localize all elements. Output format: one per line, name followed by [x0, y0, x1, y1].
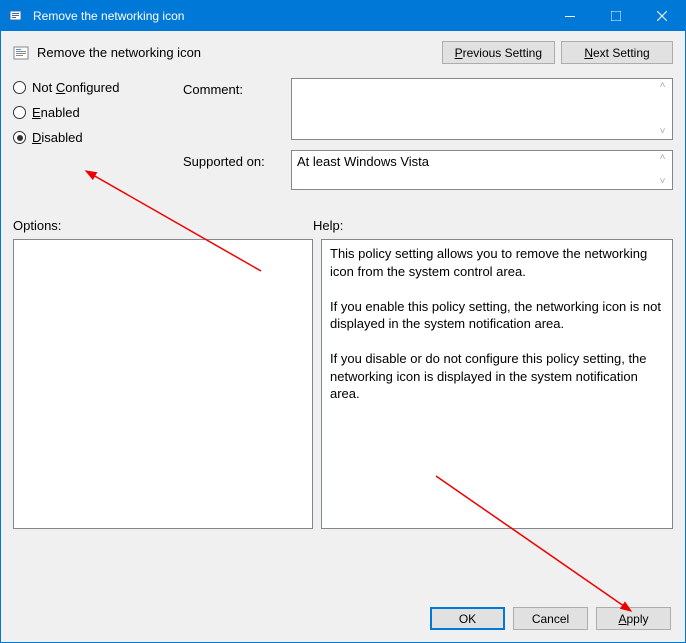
- radio-label: Not Configured: [32, 80, 119, 95]
- maximize-button[interactable]: [593, 1, 639, 31]
- radio-label: Disabled: [32, 130, 83, 145]
- next-setting-button[interactable]: Next Setting: [561, 41, 673, 64]
- dialog-body: Remove the networking icon Previous Sett…: [1, 31, 685, 642]
- state-radio-group: Not Configured Enabled Disabled: [13, 78, 173, 200]
- close-button[interactable]: [639, 1, 685, 31]
- supported-on-textbox: At least Windows Vista ˄˅: [291, 150, 673, 190]
- policy-heading: Remove the networking icon: [13, 45, 201, 61]
- supported-on-label: Supported on:: [183, 150, 283, 190]
- apply-button[interactable]: Apply: [596, 607, 671, 630]
- help-label: Help:: [313, 218, 343, 233]
- comment-textbox[interactable]: ˄˅: [291, 78, 673, 140]
- radio-disabled[interactable]: Disabled: [13, 130, 173, 145]
- policy-title: Remove the networking icon: [37, 45, 201, 60]
- chevron-down-icon: ˅: [655, 127, 670, 137]
- minimize-button[interactable]: [547, 1, 593, 31]
- scrollbar[interactable]: ˄˅: [655, 81, 670, 137]
- policy-icon: [13, 45, 29, 61]
- radio-not-configured[interactable]: Not Configured: [13, 80, 173, 95]
- help-panel: This policy setting allows you to remove…: [321, 239, 673, 529]
- app-icon: [9, 8, 25, 24]
- window-controls: [547, 1, 685, 31]
- chevron-down-icon: ˅: [655, 177, 670, 187]
- options-label: Options:: [13, 218, 313, 233]
- radio-enabled[interactable]: Enabled: [13, 105, 173, 120]
- supported-on-value: At least Windows Vista: [297, 154, 429, 169]
- scrollbar: ˄˅: [655, 153, 670, 187]
- chevron-up-icon: ˄: [655, 81, 670, 91]
- radio-label: Enabled: [32, 105, 80, 120]
- dialog-footer: OK Cancel Apply: [430, 607, 671, 630]
- previous-setting-button[interactable]: Previous Setting: [442, 41, 555, 64]
- window-title: Remove the networking icon: [33, 9, 547, 23]
- radio-icon: [13, 106, 26, 119]
- cancel-button[interactable]: Cancel: [513, 607, 588, 630]
- radio-icon: [13, 81, 26, 94]
- titlebar: Remove the networking icon: [1, 1, 685, 31]
- ok-button[interactable]: OK: [430, 607, 505, 630]
- help-text: This policy setting allows you to remove…: [330, 245, 664, 403]
- comment-label: Comment:: [183, 78, 283, 140]
- options-panel: [13, 239, 313, 529]
- chevron-up-icon: ˄: [655, 153, 670, 163]
- radio-icon: [13, 131, 26, 144]
